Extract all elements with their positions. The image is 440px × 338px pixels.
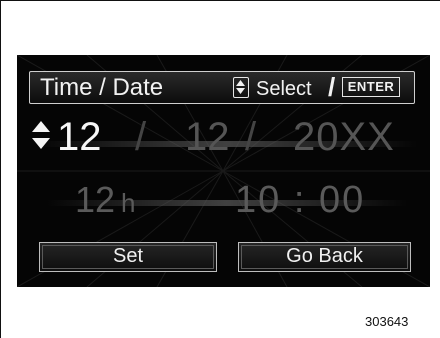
- header-bar: Time / Date Select / ENTER: [29, 71, 415, 104]
- display-screen: Time / Date Select / ENTER 12 / 12 / 20X…: [17, 55, 430, 287]
- go-back-button[interactable]: Go Back: [238, 242, 411, 272]
- clock-value[interactable]: 10 : 00: [235, 179, 365, 221]
- figure-frame-left: [0, 0, 1, 338]
- day-value[interactable]: 12: [185, 115, 230, 159]
- date-separator: /: [135, 115, 147, 159]
- figure-code: 303643: [365, 314, 409, 329]
- date-separator: /: [245, 115, 257, 159]
- hint-separator: /: [328, 72, 336, 102]
- month-value[interactable]: 12: [57, 115, 102, 159]
- screen-title: Time / Date: [40, 74, 164, 101]
- time-row: 12 h 10 : 00: [17, 176, 430, 226]
- up-down-arrows-icon: [233, 77, 249, 98]
- set-button[interactable]: Set: [39, 242, 217, 272]
- date-row: 12 / 12 / 20XX: [17, 113, 430, 163]
- figure-frame-top: [0, 0, 440, 1]
- hour-format-value[interactable]: 12 h: [75, 179, 136, 224]
- hour-format-number: 12: [75, 179, 116, 220]
- year-value[interactable]: 20XX: [293, 115, 395, 159]
- enter-key-label: ENTER: [342, 77, 400, 97]
- hour-format-unit: h: [121, 188, 136, 218]
- select-hint-label: Select: [256, 78, 312, 100]
- date-selector-up-down-icon[interactable]: [30, 117, 52, 153]
